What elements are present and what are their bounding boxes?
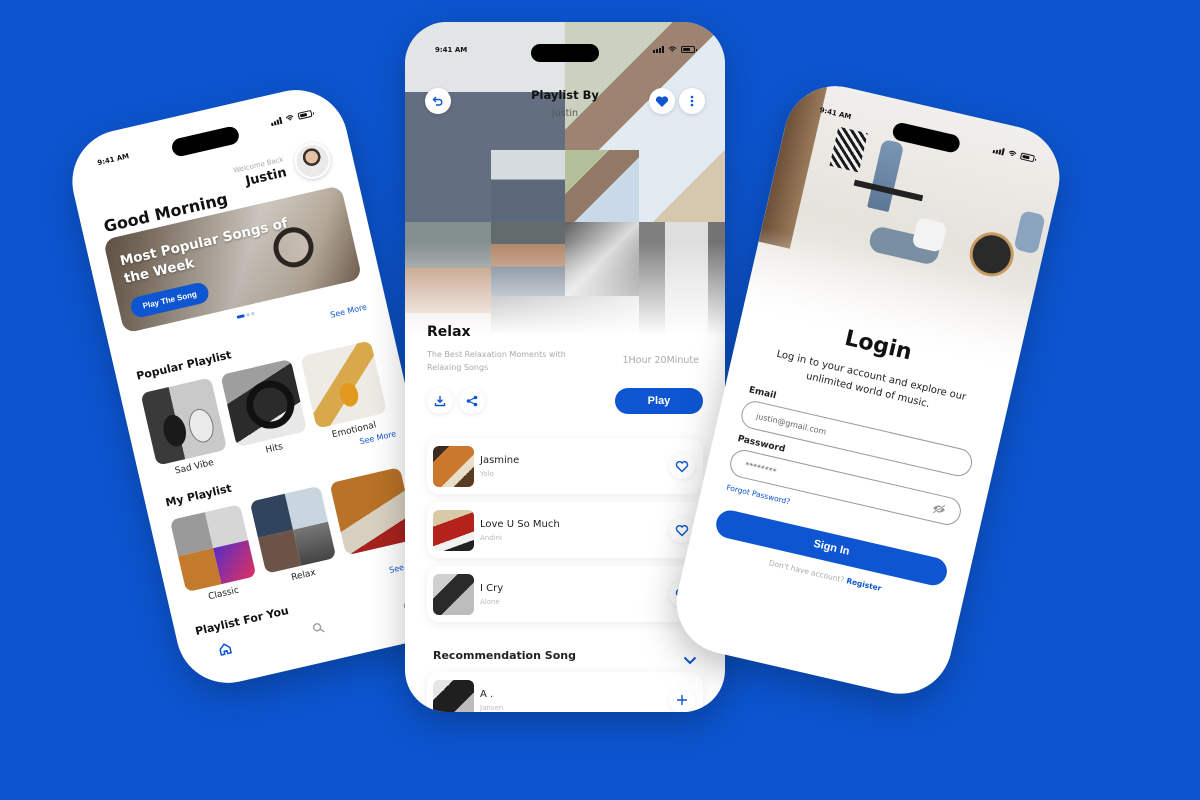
status-time: 9:41 AM [435,46,468,54]
playlist-cover-image [329,467,417,556]
my-playlist-title: My Playlist [164,481,233,510]
signal-icon [270,116,283,127]
song-thumbnail [433,573,474,615]
download-icon [434,396,446,407]
playlist-cover-image [169,503,257,593]
playlist-author: Justin [551,108,579,119]
chevron-down-icon[interactable] [683,650,697,669]
playlist-tile[interactable]: Hits [220,358,310,462]
song-thumbnail [433,679,474,712]
song-title: A . [480,688,494,700]
carousel-dot-active[interactable] [236,314,245,319]
share-button[interactable] [459,388,485,414]
playlist-top-bar: Playlist By Justin [425,88,705,119]
heart-outline-icon [675,524,689,536]
playlist-tile[interactable]: Classic [169,503,260,607]
bottom-nav [214,595,421,659]
song-title: Jasmine [480,454,520,466]
song-row[interactable]: I Cry Alone [427,566,703,622]
carousel-dot[interactable] [251,311,255,316]
carousel-dots [236,311,255,319]
playlist-tile[interactable]: Relax [249,485,340,589]
playlist-cover-image [220,358,308,448]
email-label: Email [747,385,778,402]
song-artist: Yolo [480,469,494,478]
plus-icon [677,695,687,705]
wifi-icon [285,115,294,121]
status-icons [653,46,697,53]
song-title: Love U So Much [480,518,560,530]
status-time: 9:41 AM [96,152,130,168]
play-button[interactable]: Play [615,388,703,414]
recommendation-row[interactable]: A . Jansen [427,672,703,712]
playlist-name: Relax [427,324,471,340]
hero-drum [965,227,1019,281]
hero-wall-panel [758,75,829,249]
battery-icon [297,109,313,120]
song-row[interactable]: Love U So Much Andini [427,502,703,558]
play-the-song-button[interactable]: Play The Song [128,280,211,320]
playlist-tile[interactable]: Sad Vibe [140,377,230,480]
playlist-tile[interactable]: Emotional [300,340,390,443]
password-value: ******** [744,459,778,476]
battery-icon [681,46,697,53]
playlist-duration: 1Hour 20Minute [622,355,699,366]
song-artist: Jansen [480,703,504,712]
heart-outline-icon [675,460,689,472]
hero-keyboardist [867,138,905,213]
share-icon [466,395,478,407]
hero-drummer [1013,210,1046,255]
add-song-button[interactable] [669,687,695,712]
playlist-cover-image [140,377,228,466]
home-screen-phone: 9:41 AM Good Morning Welcome Back Justin… [62,79,462,694]
playlist-cover-collage [405,22,725,352]
song-thumbnail [433,509,474,551]
playlist-cover-image [300,340,388,429]
eye-off-icon[interactable] [931,502,947,517]
search-icon[interactable] [307,617,329,639]
camera-notch [170,125,241,158]
wifi-icon [668,46,677,52]
status-icons [270,109,313,127]
like-song-button[interactable] [669,453,695,479]
signal-icon [653,46,664,53]
camera-notch [531,44,599,62]
hero-wall-art [829,126,868,173]
avatar[interactable] [290,139,335,183]
register-link[interactable]: Register [846,576,883,593]
popular-see-more-link[interactable]: See More [329,303,367,320]
playlist-by-title: Playlist By [531,88,599,102]
recommendation-title: Recommendation Song [433,649,576,662]
song-artist: Alone [480,597,500,606]
song-title: I Cry [480,582,504,594]
playlist-header: Playlist By Justin [425,88,705,119]
carousel-dot[interactable] [246,313,250,317]
playlist-cover-image [249,485,337,574]
hero-guitarist [911,216,948,253]
download-button[interactable] [427,388,453,414]
login-screen-phone: 9:41 AM Login Log in to your account and… [666,75,1070,705]
song-row[interactable]: Jasmine Yolo [427,438,703,494]
song-thumbnail [433,445,474,487]
home-icon[interactable] [214,638,236,660]
welcome-block: Welcome Back Justin [233,155,289,191]
song-artist: Andini [480,533,502,542]
playlist-description: The Best Relaxation Moments with Relaxin… [427,350,566,372]
